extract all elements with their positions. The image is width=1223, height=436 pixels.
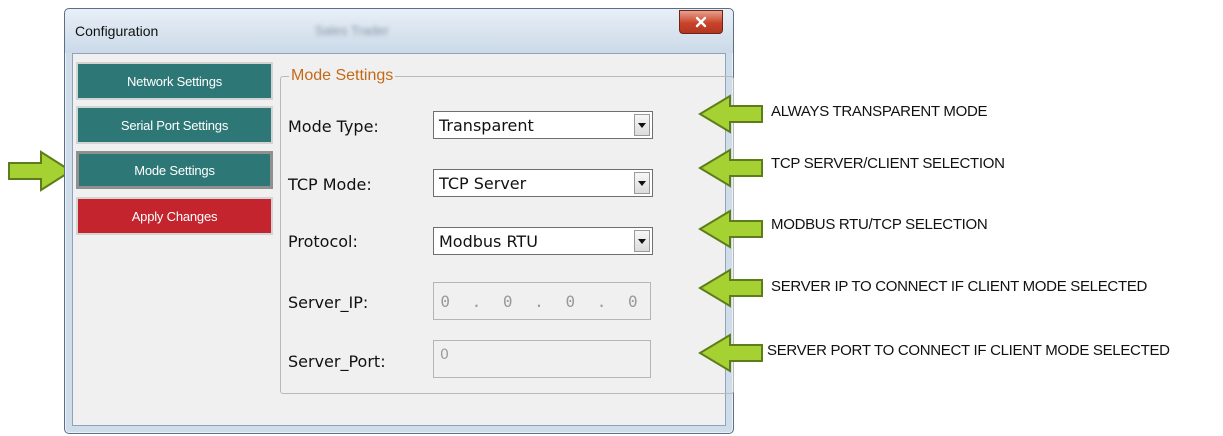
nav-label: Apply Changes xyxy=(131,208,218,224)
mode-type-select[interactable]: Transparent xyxy=(433,111,653,139)
annotation-server-port: SERVER PORT TO CONNECT IF CLIENT MODE SE… xyxy=(767,342,1170,359)
apply-changes-button[interactable]: Apply Changes xyxy=(76,197,273,235)
annotation-tcp-mode: TCP SERVER/CLIENT SELECTION xyxy=(771,155,1005,172)
annotation-arrow-icon xyxy=(698,333,763,373)
mode-settings-button[interactable]: Mode Settings xyxy=(76,151,273,189)
protocol-label: Protocol: xyxy=(288,232,358,251)
annotation-arrow-icon xyxy=(698,94,763,134)
nav-label: Network Settings xyxy=(126,73,223,89)
annotation-arrow-icon xyxy=(698,268,763,308)
server-port-label: Server_Port: xyxy=(288,352,386,371)
window-title: Configuration xyxy=(75,23,159,39)
title-bar[interactable]: Configuration Sales Trader xyxy=(65,9,733,53)
serial-port-settings-button[interactable]: Serial Port Settings xyxy=(76,106,273,144)
server-port-value: 0 xyxy=(440,347,449,363)
nav-label: Mode Settings xyxy=(134,162,215,178)
mode-type-value: Transparent xyxy=(439,116,534,135)
server-ip-label: Server_IP: xyxy=(288,293,369,312)
group-title: Mode Settings xyxy=(289,67,396,85)
close-icon xyxy=(695,16,707,28)
annotation-server-ip: SERVER IP TO CONNECT IF CLIENT MODE SELE… xyxy=(771,278,1148,295)
mode-settings-group: Mode Settings Mode Type: Transparent TCP… xyxy=(280,67,734,394)
tcp-mode-value: TCP Server xyxy=(439,174,527,193)
nav-label: Serial Port Settings xyxy=(120,117,229,133)
mode-type-label: Mode Type: xyxy=(288,117,379,136)
protocol-select[interactable]: Modbus RTU xyxy=(433,227,653,255)
dialog-body: Network Settings Serial Port Settings Mo… xyxy=(72,53,734,426)
server-port-input[interactable]: 0 xyxy=(433,340,651,378)
tcp-mode-select[interactable]: TCP Server xyxy=(433,169,653,197)
annotation-arrow-icon xyxy=(698,148,763,188)
annotation-protocol: MODBUS RTU/TCP SELECTION xyxy=(771,216,988,233)
protocol-value: Modbus RTU xyxy=(439,232,538,251)
configuration-window: Configuration Sales Trader Network Setti… xyxy=(64,8,734,434)
chevron-down-icon[interactable] xyxy=(634,230,650,252)
server-ip-input[interactable]: 0 . 0 . 0 . 0 xyxy=(433,282,651,320)
annotation-arrow-icon xyxy=(698,209,763,249)
close-button[interactable] xyxy=(679,10,723,34)
server-ip-value: 0 . 0 . 0 . 0 xyxy=(440,292,644,311)
chevron-down-icon[interactable] xyxy=(634,172,650,194)
network-settings-button[interactable]: Network Settings xyxy=(76,62,273,100)
chevron-down-icon[interactable] xyxy=(634,114,650,136)
blurred-title: Sales Trader xyxy=(315,23,389,38)
tcp-mode-label: TCP Mode: xyxy=(288,175,372,194)
annotation-mode-type: ALWAYS TRANSPARENT MODE xyxy=(771,103,988,120)
